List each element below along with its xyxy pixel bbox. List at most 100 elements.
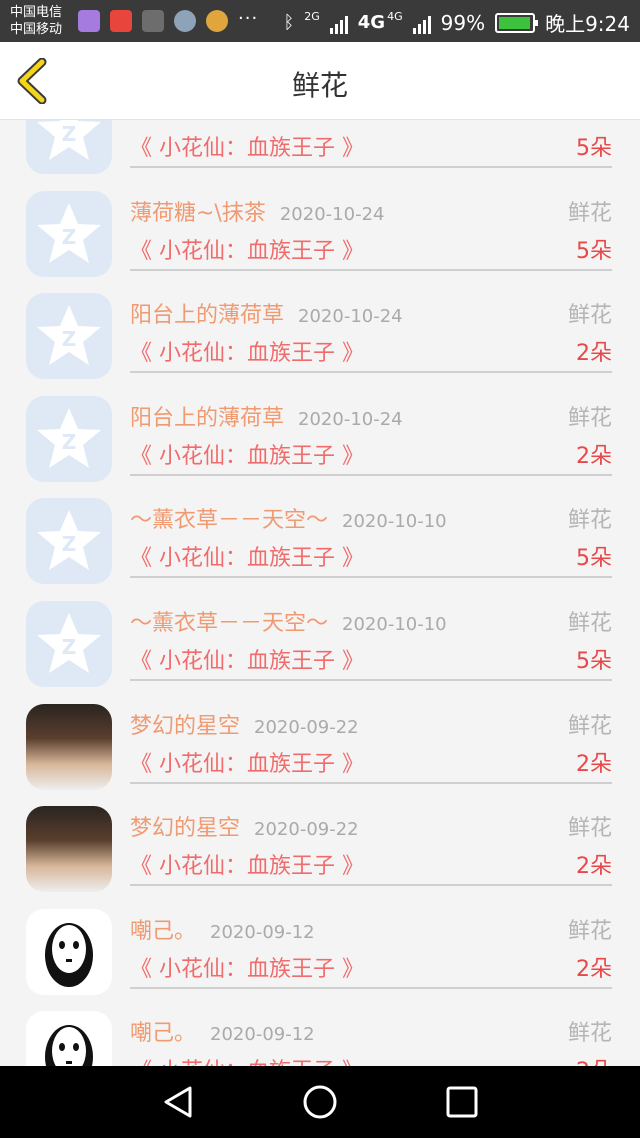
avatar[interactable]: Z <box>26 190 112 277</box>
gift-type-label: 鲜花 <box>567 508 612 534</box>
svg-text:Z: Z <box>62 635 77 659</box>
list-item[interactable]: 梦幻的星空 2020-09-22 鲜花《 小花仙：血族王子 》 2朵 <box>0 684 640 790</box>
user-name-text: 嘲己。 <box>130 918 197 944</box>
mask-avatar-icon <box>45 1025 93 1066</box>
list-item[interactable]: 嘲己。 2020-09-12 鲜花《 小花仙：血族王子 》 2朵 <box>0 889 640 995</box>
gift-type-label: 鲜花 <box>567 200 612 226</box>
divider <box>130 679 612 681</box>
gift-type-label: 鲜花 <box>567 1021 612 1047</box>
avatar[interactable] <box>26 1011 112 1066</box>
flower-count: 2朵 <box>576 341 612 367</box>
gift-type-label: 鲜花 <box>567 713 612 739</box>
work-title: 《 小花仙：血族王子 》 <box>130 1053 364 1066</box>
gift-type-label: 鲜花 <box>567 918 612 944</box>
status-bar: 中国电信 中国移动 ··· ᛒ 2G 4G 4G 99% 晚上9:24 <box>0 0 640 42</box>
avatar[interactable]: Z <box>26 498 112 585</box>
carrier-1: 中国电信 <box>10 5 63 20</box>
work-title: 《 小花仙：血族王子 》 <box>130 956 364 982</box>
notification-icons <box>78 10 228 32</box>
work-title: 《 小花仙：血族王子 》 <box>130 238 364 264</box>
qzone-star-icon: Z <box>37 305 101 366</box>
header: 鲜花 <box>0 42 640 120</box>
qzone-star-icon: Z <box>37 202 101 263</box>
avatar[interactable] <box>26 908 112 995</box>
gift-date: 2020-10-10 <box>342 511 447 533</box>
gift-date: 2020-09-12 <box>210 1024 315 1046</box>
gift-date: 2020-09-22 <box>254 819 359 841</box>
svg-text:Z: Z <box>62 327 77 351</box>
list-item[interactable]: 嘲己。 2020-09-12 鲜花《 小花仙：血族王子 》 2朵 <box>0 991 640 1066</box>
gift-type-label: 鲜花 <box>567 405 612 431</box>
user-name-text: 梦幻的星空 <box>130 816 241 842</box>
list-item[interactable]: Z 阳台上的薄荷草 2020-10-24 鲜花《 小花仙：血族王子 》 2朵 <box>0 376 640 482</box>
avatar[interactable]: Z <box>26 395 112 482</box>
work-title: 《 小花仙：血族王子 》 <box>130 443 364 469</box>
divider <box>130 884 612 887</box>
recents-nav-button[interactable] <box>444 1084 480 1120</box>
user-name: ～薰衣草－－天空～ 2020-10-10 <box>130 605 447 637</box>
home-nav-button[interactable] <box>302 1084 338 1120</box>
back-nav-button[interactable] <box>160 1084 196 1120</box>
list-item[interactable]: Z 阳台上的薄荷草 2020-10-24 鲜花《 小花仙：血族王子 》 2朵 <box>0 273 640 380</box>
network-2g-label: 2G <box>304 10 320 23</box>
avatar[interactable]: Z <box>26 293 112 380</box>
status-right: ᛒ 2G 4G 4G 99% 晚上9:24 <box>283 8 630 37</box>
divider <box>130 268 612 271</box>
qzone-star-icon: Z <box>37 120 101 160</box>
user-name: 嘲己。 2020-09-12 <box>130 1015 315 1047</box>
user-name-text: 嘲己。 <box>130 1021 197 1047</box>
work-title: 《 小花仙：血族王子 》 <box>130 546 364 572</box>
gift-type-label: 鲜花 <box>567 303 612 329</box>
gift-date: 2020-10-24 <box>298 306 403 328</box>
svg-text:Z: Z <box>62 122 77 146</box>
divider <box>130 371 612 374</box>
flower-count: 2朵 <box>576 956 612 982</box>
avatar[interactable]: Z <box>26 601 112 687</box>
carrier-2: 中国移动 <box>10 22 63 37</box>
list-item[interactable]: Z ～薰衣草－－天空～ 2020-10-10 鲜花《 小花仙：血族王子 》 5朵 <box>0 581 640 687</box>
flower-count: 2朵 <box>576 1053 612 1066</box>
user-name: 阳台上的薄荷草 2020-10-24 <box>130 400 403 432</box>
battery-icon <box>495 12 539 33</box>
gift-date: 2020-10-10 <box>342 614 447 635</box>
work-title: 《 小花仙：血族王子 》 <box>130 136 364 161</box>
svg-text:Z: Z <box>62 430 77 454</box>
list-item[interactable]: 梦幻的星空 2020-09-22 鲜花《 小花仙：血族王子 》 2朵 <box>0 786 640 893</box>
circle-home-icon <box>303 1085 337 1119</box>
avatar[interactable]: Z <box>26 120 112 174</box>
photo-notification-icon <box>142 10 164 32</box>
gift-type-label: 鲜花 <box>567 816 612 842</box>
page-title: 鲜花 <box>291 69 348 102</box>
gift-date: 2020-09-22 <box>254 716 359 738</box>
globe-notification-icon <box>174 10 196 32</box>
flower-count: 2朵 <box>576 854 612 880</box>
gift-list[interactable]: Z 《 小花仙：血族王子 》 5朵 Z 薄荷糖~\抹茶 2020-10-24 鲜花《 小花仙… <box>0 120 640 1066</box>
clock: 晚上9:24 <box>545 12 630 36</box>
divider <box>130 781 612 784</box>
list-item[interactable]: Z 薄荷糖~\抹茶 2020-10-24 鲜花《 小花仙：血族王子 》 5朵 <box>0 171 640 277</box>
list-item[interactable]: Z 《 小花仙：血族王子 》 5朵 <box>0 120 640 174</box>
user-name-text: 薄荷糖~\抹茶 <box>130 200 266 226</box>
navigation-bar <box>0 1066 640 1138</box>
work-title: 《 小花仙：血族王子 》 <box>130 751 364 777</box>
qzone-star-icon: Z <box>37 613 101 673</box>
qzone-star-icon: Z <box>37 407 101 468</box>
signal-icon-1 <box>329 12 348 34</box>
user-name-text: 阳台上的薄荷草 <box>130 405 285 431</box>
avatar[interactable] <box>26 703 112 790</box>
network-4g-label-2: 4G <box>387 10 403 23</box>
gift-date: 2020-10-24 <box>298 408 403 430</box>
user-name: 梦幻的星空 2020-09-22 <box>130 810 359 842</box>
work-title: 《 小花仙：血族王子 》 <box>130 854 364 880</box>
flower-count: 5朵 <box>576 238 612 264</box>
user-name: 梦幻的星空 2020-09-22 <box>130 708 359 740</box>
signal-icon-2 <box>412 12 431 34</box>
user-name: 薄荷糖~\抹茶 2020-10-24 <box>130 195 384 227</box>
divider <box>130 166 612 168</box>
list-item[interactable]: Z ～薰衣草－－天空～ 2020-10-10 鲜花《 小花仙：血族王子 》 5朵 <box>0 478 640 585</box>
work-title: 《 小花仙：血族王子 》 <box>130 341 364 367</box>
flower-count: 5朵 <box>576 649 612 674</box>
flower-count: 5朵 <box>576 546 612 572</box>
avatar[interactable] <box>26 806 112 893</box>
network-4g-label: 4G <box>357 12 386 33</box>
